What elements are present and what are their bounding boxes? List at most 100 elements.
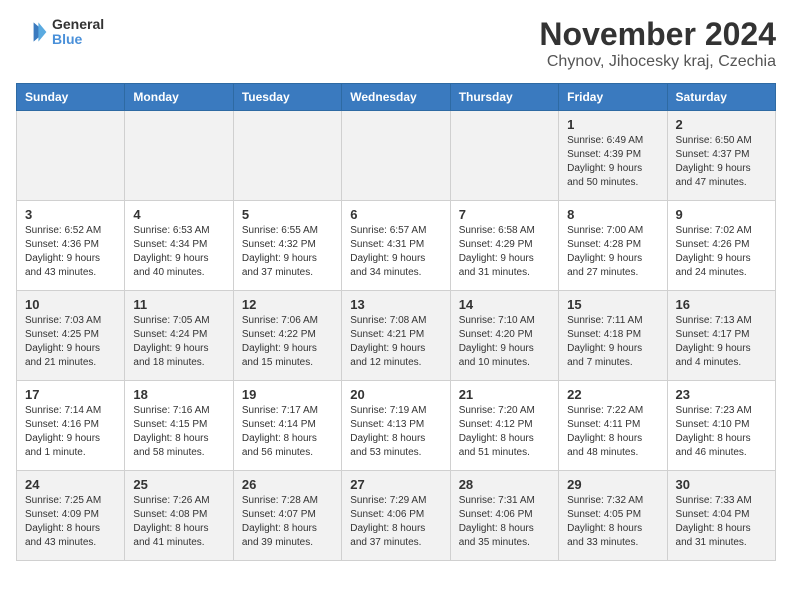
calendar-cell: 23 Sunrise: 7:23 AM Sunset: 4:10 PM Dayli… [667, 381, 775, 471]
calendar-cell: 12 Sunrise: 7:06 AM Sunset: 4:22 PM Dayli… [233, 291, 341, 381]
calendar-body: 1 Sunrise: 6:49 AM Sunset: 4:39 PM Daylig… [17, 111, 776, 561]
day-number: 17 [25, 387, 116, 402]
day-number: 22 [567, 387, 658, 402]
day-info: Sunrise: 7:29 AM Sunset: 4:06 PM Dayligh… [350, 494, 441, 550]
day-number: 6 [350, 207, 441, 222]
day-info: Sunrise: 7:31 AM Sunset: 4:06 PM Dayligh… [459, 494, 550, 550]
calendar-cell: 16 Sunrise: 7:13 AM Sunset: 4:17 PM Dayli… [667, 291, 775, 381]
day-info: Sunrise: 7:26 AM Sunset: 4:08 PM Dayligh… [133, 494, 224, 550]
day-info: Sunrise: 7:08 AM Sunset: 4:21 PM Dayligh… [350, 314, 441, 370]
calendar-cell: 11 Sunrise: 7:05 AM Sunset: 4:24 PM Dayli… [125, 291, 233, 381]
day-info: Sunrise: 7:14 AM Sunset: 4:16 PM Dayligh… [25, 404, 116, 460]
day-info: Sunrise: 7:05 AM Sunset: 4:24 PM Dayligh… [133, 314, 224, 370]
page-header: General Blue November 2024 Chynov, Jihoc… [16, 16, 776, 71]
calendar-cell: 13Sunrise: 7:08 AM Sunset: 4:21 PM Dayli… [342, 291, 450, 381]
day-number: 21 [459, 387, 550, 402]
weekday-thursday: Thursday [450, 84, 558, 111]
day-info: Sunrise: 7:16 AM Sunset: 4:15 PM Dayligh… [133, 404, 224, 460]
day-info: Sunrise: 7:17 AM Sunset: 4:14 PM Dayligh… [242, 404, 333, 460]
day-info: Sunrise: 7:25 AM Sunset: 4:09 PM Dayligh… [25, 494, 116, 550]
calendar-cell [17, 111, 125, 201]
day-info: Sunrise: 7:13 AM Sunset: 4:17 PM Dayligh… [676, 314, 767, 370]
day-number: 7 [459, 207, 550, 222]
calendar-cell: 14Sunrise: 7:10 AM Sunset: 4:20 PM Dayli… [450, 291, 558, 381]
calendar-cell: 6 Sunrise: 6:57 AM Sunset: 4:31 PM Daylig… [342, 201, 450, 291]
day-number: 4 [133, 207, 224, 222]
day-number: 29 [567, 477, 658, 492]
calendar-cell: 4 Sunrise: 6:53 AM Sunset: 4:34 PM Daylig… [125, 201, 233, 291]
day-info: Sunrise: 7:00 AM Sunset: 4:28 PM Dayligh… [567, 224, 658, 280]
calendar-cell: 30 Sunrise: 7:33 AM Sunset: 4:04 PM Dayli… [667, 471, 775, 561]
day-info: Sunrise: 6:52 AM Sunset: 4:36 PM Dayligh… [25, 224, 116, 280]
day-info: Sunrise: 7:28 AM Sunset: 4:07 PM Dayligh… [242, 494, 333, 550]
calendar-cell: 15 Sunrise: 7:11 AM Sunset: 4:18 PM Dayli… [559, 291, 667, 381]
calendar-cell: 3 Sunrise: 6:52 AM Sunset: 4:36 PM Daylig… [17, 201, 125, 291]
day-number: 9 [676, 207, 767, 222]
day-info: Sunrise: 7:03 AM Sunset: 4:25 PM Dayligh… [25, 314, 116, 370]
day-info: Sunrise: 6:57 AM Sunset: 4:31 PM Dayligh… [350, 224, 441, 280]
day-info: Sunrise: 7:06 AM Sunset: 4:22 PM Dayligh… [242, 314, 333, 370]
day-number: 26 [242, 477, 333, 492]
calendar-cell [233, 111, 341, 201]
logo-line1: General [52, 17, 104, 32]
calendar-cell: 25 Sunrise: 7:26 AM Sunset: 4:08 PM Dayli… [125, 471, 233, 561]
day-number: 25 [133, 477, 224, 492]
day-number: 28 [459, 477, 550, 492]
calendar-week-3: 10Sunrise: 7:03 AM Sunset: 4:25 PM Dayli… [17, 291, 776, 381]
calendar-week-5: 24Sunrise: 7:25 AM Sunset: 4:09 PM Dayli… [17, 471, 776, 561]
day-number: 18 [133, 387, 224, 402]
day-info: Sunrise: 7:23 AM Sunset: 4:10 PM Dayligh… [676, 404, 767, 460]
day-number: 15 [567, 297, 658, 312]
calendar-week-4: 17 Sunrise: 7:14 AM Sunset: 4:16 PM Dayli… [17, 381, 776, 471]
day-number: 30 [676, 477, 767, 492]
weekday-tuesday: Tuesday [233, 84, 341, 111]
calendar-cell [125, 111, 233, 201]
day-number: 23 [676, 387, 767, 402]
day-info: Sunrise: 6:53 AM Sunset: 4:34 PM Dayligh… [133, 224, 224, 280]
logo-icon [16, 16, 48, 48]
main-title: November 2024 [539, 16, 776, 53]
calendar-cell: 1 Sunrise: 6:49 AM Sunset: 4:39 PM Daylig… [559, 111, 667, 201]
calendar-cell [342, 111, 450, 201]
day-number: 16 [676, 297, 767, 312]
day-info: Sunrise: 6:49 AM Sunset: 4:39 PM Dayligh… [567, 134, 658, 190]
day-number: 20 [350, 387, 441, 402]
subtitle: Chynov, Jihocesky kraj, Czechia [539, 53, 776, 71]
calendar-cell: 7 Sunrise: 6:58 AM Sunset: 4:29 PM Daylig… [450, 201, 558, 291]
calendar-cell: 2 Sunrise: 6:50 AM Sunset: 4:37 PM Daylig… [667, 111, 775, 201]
day-info: Sunrise: 7:11 AM Sunset: 4:18 PM Dayligh… [567, 314, 658, 370]
day-number: 12 [242, 297, 333, 312]
day-number: 19 [242, 387, 333, 402]
day-number: 1 [567, 117, 658, 132]
title-block: November 2024 Chynov, Jihocesky kraj, Cz… [539, 16, 776, 71]
calendar-cell: 5 Sunrise: 6:55 AM Sunset: 4:32 PM Daylig… [233, 201, 341, 291]
calendar-cell: 10Sunrise: 7:03 AM Sunset: 4:25 PM Dayli… [17, 291, 125, 381]
logo: General Blue [16, 16, 104, 48]
weekday-wednesday: Wednesday [342, 84, 450, 111]
weekday-sunday: Sunday [17, 84, 125, 111]
calendar-cell: 20Sunrise: 7:19 AM Sunset: 4:13 PM Dayli… [342, 381, 450, 471]
day-info: Sunrise: 6:55 AM Sunset: 4:32 PM Dayligh… [242, 224, 333, 280]
calendar-table: SundayMondayTuesdayWednesdayThursdayFrid… [16, 83, 776, 561]
day-info: Sunrise: 6:50 AM Sunset: 4:37 PM Dayligh… [676, 134, 767, 190]
calendar-cell: 22 Sunrise: 7:22 AM Sunset: 4:11 PM Dayli… [559, 381, 667, 471]
day-info: Sunrise: 6:58 AM Sunset: 4:29 PM Dayligh… [459, 224, 550, 280]
calendar-cell: 18 Sunrise: 7:16 AM Sunset: 4:15 PM Dayli… [125, 381, 233, 471]
day-number: 5 [242, 207, 333, 222]
day-number: 14 [459, 297, 550, 312]
calendar-cell: 8Sunrise: 7:00 AM Sunset: 4:28 PM Daylig… [559, 201, 667, 291]
day-info: Sunrise: 7:32 AM Sunset: 4:05 PM Dayligh… [567, 494, 658, 550]
calendar-cell: 26 Sunrise: 7:28 AM Sunset: 4:07 PM Dayli… [233, 471, 341, 561]
day-info: Sunrise: 7:22 AM Sunset: 4:11 PM Dayligh… [567, 404, 658, 460]
calendar-cell: 27 Sunrise: 7:29 AM Sunset: 4:06 PM Dayli… [342, 471, 450, 561]
calendar-cell: 24Sunrise: 7:25 AM Sunset: 4:09 PM Dayli… [17, 471, 125, 561]
logo-text: General Blue [52, 17, 104, 48]
day-info: Sunrise: 7:33 AM Sunset: 4:04 PM Dayligh… [676, 494, 767, 550]
calendar-week-1: 1 Sunrise: 6:49 AM Sunset: 4:39 PM Daylig… [17, 111, 776, 201]
day-number: 27 [350, 477, 441, 492]
day-number: 3 [25, 207, 116, 222]
weekday-monday: Monday [125, 84, 233, 111]
day-info: Sunrise: 7:02 AM Sunset: 4:26 PM Dayligh… [676, 224, 767, 280]
day-number: 11 [133, 297, 224, 312]
day-number: 2 [676, 117, 767, 132]
